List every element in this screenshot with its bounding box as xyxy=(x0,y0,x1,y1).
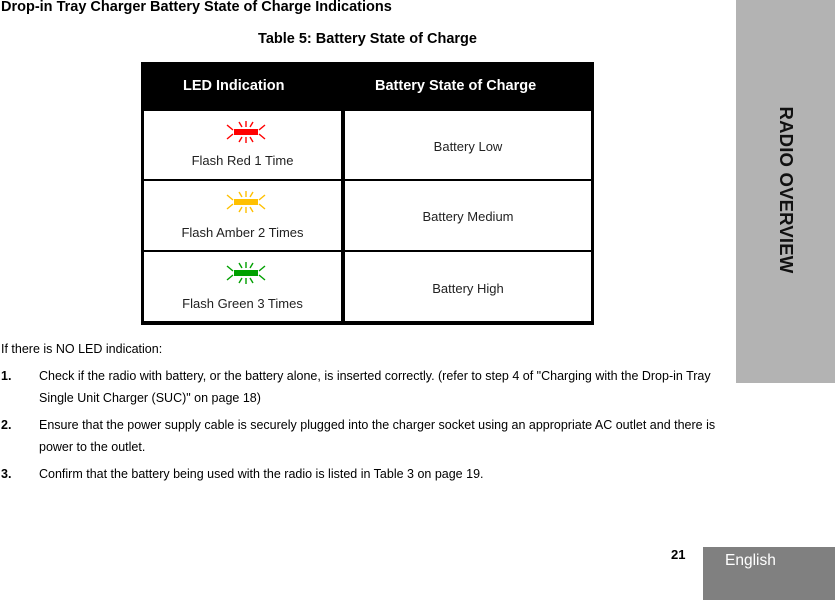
led-indication-text: Flash Green 3 Times xyxy=(182,296,303,311)
step-text: Confirm that the battery being used with… xyxy=(39,467,484,481)
step-number: 1. xyxy=(1,369,12,383)
chapter-title: RADIO OVERVIEW xyxy=(775,106,797,274)
table-row-3-state-cell: Battery High xyxy=(345,252,591,321)
page-number: 21 xyxy=(671,547,686,562)
chapter-side-tab: RADIO OVERVIEW xyxy=(736,0,835,383)
led-flash-red-icon xyxy=(226,121,266,143)
step-item-1: 1. Check if the radio with battery, or t… xyxy=(1,365,736,409)
battery-state-text: Battery High xyxy=(432,281,504,296)
language-tab: English xyxy=(703,547,835,600)
table-row-1-led-cell: Flash Red 1 Time xyxy=(144,111,341,179)
led-flash-amber-icon xyxy=(226,191,266,213)
battery-state-text: Battery Low xyxy=(433,139,503,154)
header-led-indication: LED Indication xyxy=(183,78,285,94)
led-indication-text: Flash Amber 2 Times xyxy=(181,225,304,240)
battery-state-text: Battery Medium xyxy=(422,209,514,224)
table-caption: Table 5: Battery State of Charge xyxy=(258,31,477,47)
step-number: 2. xyxy=(1,418,12,432)
table-header: LED Indication Battery State of Charge xyxy=(141,62,594,110)
led-indication-text: Flash Red 1 Time xyxy=(191,153,294,168)
table-row-1-state-cell: Battery Low xyxy=(345,111,591,179)
step-text: Ensure that the power supply cable is se… xyxy=(39,418,716,454)
table-row-2-state-cell: Battery Medium xyxy=(345,181,591,250)
header-battery-state: Battery State of Charge xyxy=(375,78,537,94)
step-number: 3. xyxy=(1,467,12,481)
battery-state-table: LED Indication Battery State of Charge F… xyxy=(141,62,594,325)
step-text: Check if the radio with battery, or the … xyxy=(39,369,711,405)
step-item-3: 3. Confirm that the battery being used w… xyxy=(1,463,736,485)
step-item-2: 2. Ensure that the power supply cable is… xyxy=(1,414,736,458)
table-row-2-led-cell: Flash Amber 2 Times xyxy=(144,181,341,250)
table-row-3-led-cell: Flash Green 3 Times xyxy=(144,252,341,321)
language-label: English xyxy=(725,552,776,569)
intro-text: If there is NO LED indication: xyxy=(1,342,163,356)
section-title: Drop-in Tray Charger Battery State of Ch… xyxy=(1,0,392,15)
led-flash-green-icon xyxy=(226,262,266,284)
